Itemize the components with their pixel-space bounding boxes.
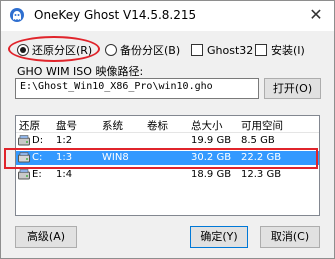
column-header-disk-number[interactable]: 盘号: [56, 118, 77, 133]
disk-number: 1:2: [56, 135, 73, 146]
window-title: OneKey Ghost V14.5.8.215: [34, 8, 197, 22]
column-header-total-size[interactable]: 总大小: [191, 118, 223, 133]
ok-button[interactable]: 确定(Y): [190, 226, 248, 248]
cancel-button[interactable]: 取消(C): [260, 226, 320, 248]
ghost-app-icon: [10, 8, 24, 22]
image-path-label: GHO WIM ISO 映像路径:: [17, 65, 144, 78]
ghost32-checkbox[interactable]: Ghost32: [191, 42, 253, 58]
open-button[interactable]: 打开(O): [264, 78, 321, 99]
ghost32-label: Ghost32: [207, 43, 254, 57]
partition-row-e[interactable]: E: 1:4 18.9 GB 12.3 GB: [16, 168, 319, 182]
checkbox-icon: [191, 44, 203, 56]
drive-letter: D:: [32, 135, 44, 146]
annotation-rectangle: [4, 148, 318, 169]
header-divider: [16, 132, 319, 133]
hard-drive-icon: [18, 135, 30, 146]
free-space: 12.3 GB: [241, 169, 282, 180]
hard-drive-icon: [18, 169, 30, 180]
partition-list-header: 还原 盘号 系统 卷标 总大小 可用空间: [16, 116, 319, 132]
radio-unselected-icon: [105, 44, 117, 56]
total-size: 18.9 GB: [191, 169, 232, 180]
backup-partition-radio[interactable]: 备份分区(B): [105, 42, 180, 58]
onekey-ghost-window: OneKey Ghost V14.5.8.215 ✕ 还原分区(R) 备份分区(…: [0, 0, 335, 259]
total-size: 19.9 GB: [191, 135, 232, 146]
column-header-volume-label[interactable]: 卷标: [147, 118, 168, 133]
close-button[interactable]: ✕: [302, 3, 330, 27]
column-header-system[interactable]: 系统: [102, 118, 123, 133]
drive-letter: E:: [32, 169, 42, 180]
advanced-button[interactable]: 高级(A): [15, 226, 77, 248]
partition-row-d[interactable]: D: 1:2 19.9 GB 8.5 GB: [16, 134, 319, 148]
annotation-ellipse: [8, 36, 100, 62]
install-checkbox[interactable]: 安装(I): [255, 42, 305, 58]
disk-number: 1:4: [56, 169, 73, 180]
free-space: 8.5 GB: [241, 135, 275, 146]
backup-partition-label: 备份分区(B): [120, 44, 181, 57]
install-label: 安装(I): [271, 44, 305, 57]
column-header-restore[interactable]: 还原: [19, 118, 40, 133]
column-header-free-space[interactable]: 可用空间: [241, 118, 283, 133]
title-bar[interactable]: OneKey Ghost V14.5.8.215 ✕: [1, 1, 334, 31]
image-path-input[interactable]: E:\Ghost_Win10_X86_Pro\win10.gho: [15, 78, 259, 99]
checkbox-icon: [255, 44, 267, 56]
